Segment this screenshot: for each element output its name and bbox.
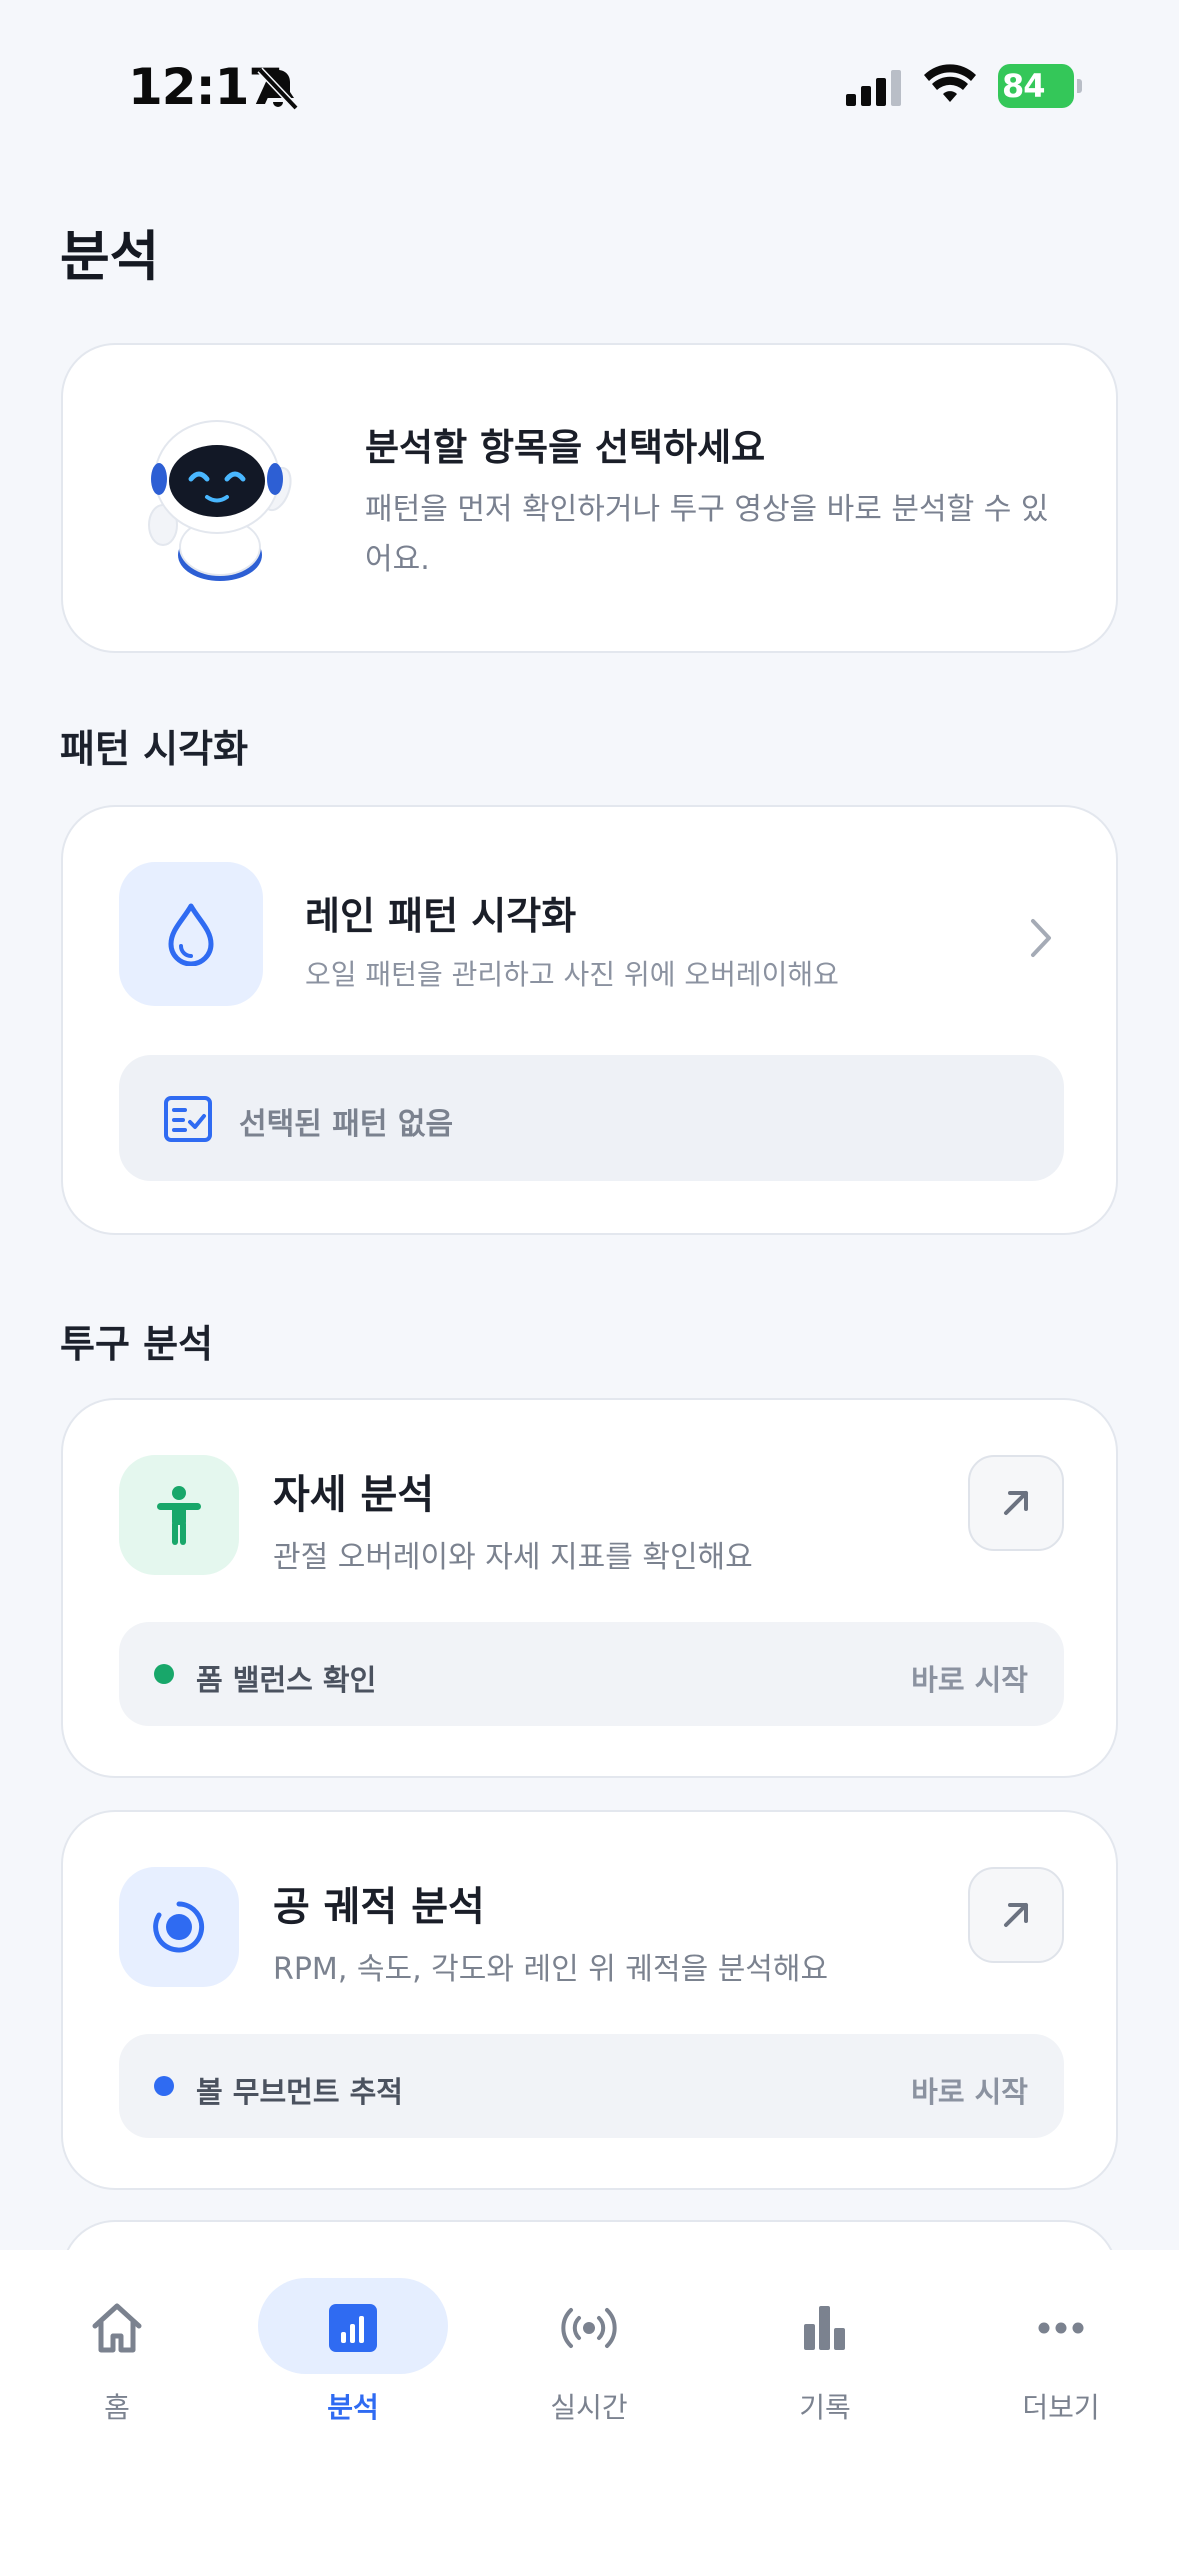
tab-label-home: 홈 [104,2391,130,2424]
intro-description: 패턴을 먼저 확인하거나 투구 영상을 바로 분석할 수 있어요. [365,492,1049,577]
tab-analysis[interactable]: 분석 [258,2278,448,2448]
oil-drop-icon [168,903,214,966]
broadcast-icon [561,2308,617,2348]
wifi-icon [924,64,976,102]
tab-home[interactable]: 홈 [22,2278,212,2448]
open-ball-trajectory-button[interactable] [968,1867,1064,1963]
more-icon [1038,2322,1084,2334]
pose-analysis-footer[interactable]: 폼 밸런스 확인 바로 시작 [119,1622,1064,1726]
checklist-icon [164,1096,212,1142]
cellular-signal-icon [846,70,901,106]
bell-slash-icon [257,67,299,111]
start-pose-analysis-link[interactable]: 바로 시작 [911,1657,1028,1699]
pattern-card-title: 레인 패턴 시각화 [305,894,577,938]
pose-analysis-card[interactable]: 자세 분석 관절 오버레이와 자세 지표를 확인해요 폼 밸런스 확인 바로 시… [61,1398,1118,1778]
ball-trajectory-card[interactable]: 공 궤적 분석 RPM, 속도, 각도와 레인 위 궤적을 분석해요 볼 무브먼… [61,1810,1118,2190]
page-title: 분석 [60,225,160,288]
arrow-up-right-icon [1004,1491,1028,1515]
selected-pattern-box[interactable]: 선택된 패턴 없음 [119,1055,1064,1181]
person-figure-icon [157,1486,201,1545]
status-dot [154,1664,174,1684]
section-title-pitch: 투구 분석 [60,1322,214,1366]
status-bar: 12:17 84 [0,0,1179,150]
ball-trajectory-tag: 볼 무브먼트 추적 [196,2075,403,2109]
pattern-icon-tile [119,862,263,1006]
tab-more[interactable]: 더보기 [966,2278,1156,2448]
chart-icon [329,2304,377,2352]
analysis-screen: 12:17 84 분석 분석할 항목을 선택하세요 패턴을 먼저 확인하거나 투… [0,0,1179,2556]
pose-analysis-title: 자세 분석 [273,1472,435,1518]
pose-icon-tile [119,1455,239,1575]
pose-analysis-tag: 폼 밸런스 확인 [196,1663,377,1697]
bottom-tab-bar: 홈 분석 실시간 기록 더보기 [0,2250,1179,2556]
arrow-up-right-icon [1004,1903,1028,1927]
pose-analysis-description: 관절 오버레이와 자세 지표를 확인해요 [273,1540,753,1575]
lane-pattern-card[interactable]: 레인 패턴 시각화 오일 패턴을 관리하고 사진 위에 오버레이해요 선택된 패… [61,805,1118,1235]
start-ball-trajectory-link[interactable]: 바로 시작 [911,2069,1028,2111]
tab-records[interactable]: 기록 [730,2278,920,2448]
pattern-card-description: 오일 패턴을 관리하고 사진 위에 오버레이해요 [305,958,839,991]
tab-realtime[interactable]: 실시간 [494,2278,684,2448]
ball-icon-tile [119,1867,239,1987]
bar-chart-icon [804,2306,845,2350]
ball-trajectory-footer[interactable]: 볼 무브먼트 추적 바로 시작 [119,2034,1064,2138]
tab-label-realtime: 실시간 [550,2391,628,2424]
status-dot [154,2076,174,2096]
ball-trajectory-title: 공 궤적 분석 [273,1884,485,1930]
tab-label-more: 더보기 [1022,2391,1100,2424]
chevron-right-icon [1031,919,1051,957]
intro-card: 분석할 항목을 선택하세요 패턴을 먼저 확인하거나 투구 영상을 바로 분석할… [61,343,1118,653]
battery-indicator: 84 [998,64,1082,108]
ball-trajectory-description: RPM, 속도, 각도와 레인 위 궤적을 분석해요 [273,1952,829,1987]
robot-mascot-illustration [148,420,292,581]
target-icon [153,1901,205,1953]
battery-cap [1077,79,1082,93]
selected-pattern-text: 선택된 패턴 없음 [239,1107,454,1142]
battery-level: 84 [1002,67,1046,105]
tab-label-records: 기록 [799,2391,851,2424]
section-title-pattern: 패턴 시각화 [60,727,249,771]
open-pose-analysis-button[interactable] [968,1455,1064,1551]
intro-title: 분석할 항목을 선택하세요 [365,426,766,469]
tab-label-analysis: 분석 [327,2391,379,2424]
home-icon [92,2303,142,2353]
